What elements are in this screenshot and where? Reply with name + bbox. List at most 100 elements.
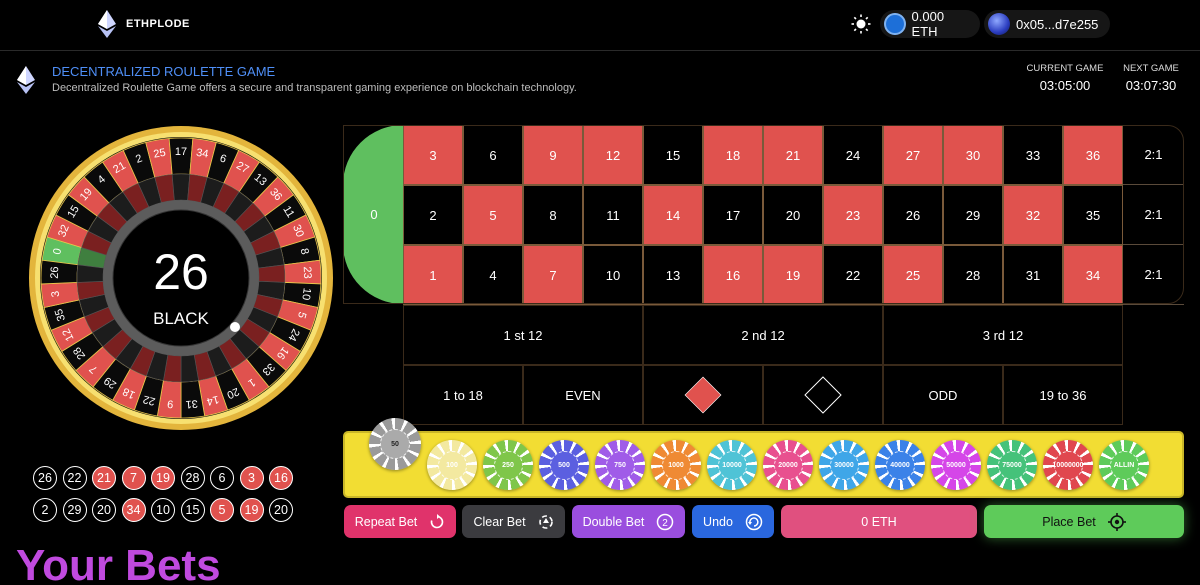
- chip-allin[interactable]: ALLIN: [1099, 440, 1149, 490]
- clear-bet-label: Clear Bet: [473, 514, 526, 529]
- bet-cell-26[interactable]: 26: [883, 185, 943, 245]
- low-bet[interactable]: 1 to 18: [403, 365, 523, 425]
- history-row-1: 26 22 21 7 19 28 6 3 16: [33, 466, 313, 490]
- chip-250[interactable]: 250: [483, 440, 533, 490]
- black-bet[interactable]: [763, 365, 883, 425]
- bet-cell-28[interactable]: 28: [943, 245, 1003, 305]
- bet-cell-36[interactable]: 36: [1063, 125, 1123, 185]
- brand-logo[interactable]: ETHPLODE: [98, 10, 190, 38]
- bet-cell-18[interactable]: 18: [703, 125, 763, 185]
- wheel-number-25: 25: [153, 147, 167, 161]
- history-result: 5: [210, 498, 234, 522]
- chip-10000000[interactable]: 10000000: [1043, 440, 1093, 490]
- bet-cell-13[interactable]: 13: [643, 245, 703, 305]
- history-result: 2: [33, 498, 57, 522]
- chip-500[interactable]: 500: [539, 440, 589, 490]
- bet-cell-29[interactable]: 29: [943, 185, 1003, 245]
- high-bet[interactable]: 19 to 36: [1003, 365, 1123, 425]
- bet-cell-32[interactable]: 32: [1003, 185, 1063, 245]
- bet-cell-14[interactable]: 14: [643, 185, 703, 245]
- history-result: 28: [180, 466, 205, 490]
- red-bet[interactable]: [643, 365, 763, 425]
- bet-cell-11[interactable]: 11: [583, 185, 643, 245]
- bet-cell-7[interactable]: 7: [523, 245, 583, 305]
- chip-1000[interactable]: 1000: [651, 440, 701, 490]
- dozen-bet-2[interactable]: 2 nd 12: [643, 305, 883, 365]
- repeat-bet-button[interactable]: Repeat Bet: [344, 505, 456, 538]
- chip-20000[interactable]: 20000: [763, 440, 813, 490]
- place-bet-button[interactable]: Place Bet: [984, 505, 1184, 538]
- bet-cell-21[interactable]: 21: [763, 125, 823, 185]
- chip-label: 50000: [941, 450, 971, 480]
- double-bet-label: Double Bet: [582, 514, 645, 529]
- bet-cell-1[interactable]: 1: [403, 245, 463, 305]
- dozen-bet-1[interactable]: 1 st 12: [403, 305, 643, 365]
- bet-cell-34[interactable]: 34: [1063, 245, 1123, 305]
- bet-cell-16[interactable]: 16: [703, 245, 763, 305]
- game-description: Decentralized Roulette Game offers a sec…: [52, 82, 577, 94]
- bet-cell-8[interactable]: 8: [523, 185, 583, 245]
- bet-cell-10[interactable]: 10: [583, 245, 643, 305]
- bet-cell-24[interactable]: 24: [823, 125, 883, 185]
- history-row-2: 2 29 20 34 10 15 5 19 20: [33, 498, 313, 522]
- chip-30000[interactable]: 30000: [819, 440, 869, 490]
- chip-50000[interactable]: 50000: [931, 440, 981, 490]
- bet-cell-9[interactable]: 9: [523, 125, 583, 185]
- result-color: BLACK: [153, 309, 209, 328]
- bet-cell-20[interactable]: 20: [763, 185, 823, 245]
- history-result: 34: [121, 498, 146, 522]
- bet-cell-15[interactable]: 15: [643, 125, 703, 185]
- result-number: 26: [153, 244, 209, 300]
- bet-cell-25[interactable]: 25: [883, 245, 943, 305]
- odd-bet[interactable]: ODD: [883, 365, 1003, 425]
- bet-amount-display: 0 ETH: [781, 505, 977, 538]
- undo-button[interactable]: Undo: [692, 505, 774, 538]
- chip-label: 1000: [661, 450, 691, 480]
- bet-cell-22[interactable]: 22: [823, 245, 883, 305]
- bet-cell-4[interactable]: 4: [463, 245, 523, 305]
- double-bet-button[interactable]: Double Bet 2: [572, 505, 685, 538]
- dozen-bet-3[interactable]: 3 rd 12: [883, 305, 1123, 365]
- clear-bet-button[interactable]: Clear Bet: [462, 505, 565, 538]
- bet-cell-23[interactable]: 23: [823, 185, 883, 245]
- wheel-number-9: 9: [167, 397, 174, 409]
- history-result: 19: [151, 466, 175, 490]
- chip-label: 30000: [829, 450, 859, 480]
- bet-cell-17[interactable]: 17: [703, 185, 763, 245]
- bet-cell-12[interactable]: 12: [583, 125, 643, 185]
- bet-cell-19[interactable]: 19: [763, 245, 823, 305]
- repeat-bet-label: Repeat Bet: [354, 514, 418, 529]
- even-bet[interactable]: EVEN: [523, 365, 643, 425]
- undo-icon: [745, 513, 763, 530]
- chip-100[interactable]: 100: [427, 440, 477, 490]
- place-bet-label: Place Bet: [1042, 514, 1096, 529]
- column-bet-1[interactable]: 2:1: [1123, 125, 1184, 185]
- chip-label: 100: [437, 450, 467, 480]
- balance-pill[interactable]: 0.000 ETH: [880, 9, 980, 39]
- chip-10000[interactable]: 10000: [707, 440, 757, 490]
- bet-cell-27[interactable]: 27: [883, 125, 943, 185]
- chip-label: 50: [379, 428, 411, 460]
- history-result: 16: [269, 466, 293, 490]
- bet-cell-0[interactable]: 0: [343, 125, 405, 304]
- chip-50[interactable]: 50: [369, 418, 421, 470]
- column-bet-2[interactable]: 2:1: [1123, 185, 1184, 245]
- black-diamond-icon: [804, 376, 842, 414]
- bet-cell-5[interactable]: 5: [463, 185, 523, 245]
- wallet-address-pill[interactable]: 0x05...d7e255: [984, 10, 1110, 38]
- bet-cell-2[interactable]: 2: [403, 185, 463, 245]
- chip-750[interactable]: 750: [595, 440, 645, 490]
- bet-cell-6[interactable]: 6: [463, 125, 523, 185]
- red-diamond-icon: [684, 376, 722, 414]
- bet-cell-33[interactable]: 33: [1003, 125, 1063, 185]
- bet-cell-30[interactable]: 30: [943, 125, 1003, 185]
- bet-cell-3[interactable]: 3: [403, 125, 463, 185]
- bet-cell-35[interactable]: 35: [1063, 185, 1123, 245]
- ethereum-logo-icon: [98, 10, 116, 38]
- bet-cell-31[interactable]: 31: [1003, 245, 1063, 305]
- chip-75000[interactable]: 75000: [987, 440, 1037, 490]
- column-bet-3[interactable]: 2:1: [1123, 245, 1184, 305]
- chip-label: 10000000: [1052, 450, 1084, 480]
- theme-toggle-sun-icon[interactable]: [851, 14, 871, 34]
- chip-40000[interactable]: 40000: [875, 440, 925, 490]
